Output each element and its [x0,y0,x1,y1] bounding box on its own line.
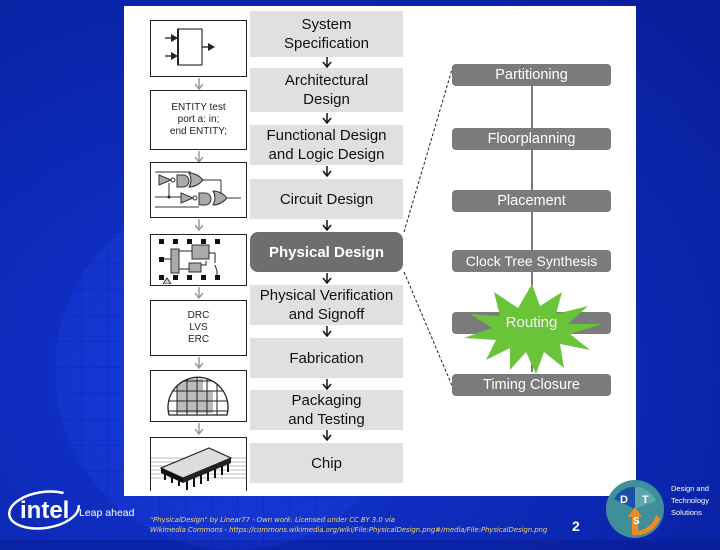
intel-wordmark: intel [20,497,69,524]
step-placement: Placement [452,190,611,212]
dts-line: Design and [671,484,709,493]
dts-letter-d: D [620,494,628,506]
intel-logo: intel [8,490,80,530]
step-partitioning: Partitioning [452,64,611,86]
caption-line: "PhysicalDesign" by Linear77 - Own work.… [150,516,395,524]
image-credit-caption: "PhysicalDesign" by Linear77 - Own work.… [150,515,547,535]
dts-logo-icon: D T S [606,480,664,538]
dts-line: Technology [671,496,709,505]
dts-letter-t: T [642,494,649,506]
page-number: 2 [572,518,580,534]
diagram-panel: ENTITY test port a: in; end ENTITY; DRC … [124,6,636,496]
dts-company-name: Design and Technology Solutions [671,483,709,519]
dts-line: Solutions [671,508,702,517]
connector-line [531,212,533,252]
connector-line [531,150,533,190]
step-clock-tree-synthesis: Clock Tree Synthesis [452,250,611,272]
step-routing: Routing [505,314,558,331]
dts-letter-s: S [633,516,640,527]
step-floorplanning: Floorplanning [452,128,611,150]
connector-line [531,86,533,132]
step-timing-closure: Timing Closure [452,374,611,396]
caption-line: Wikimedia Commons - https://commons.wiki… [150,526,548,534]
intel-tagline: Leap ahead [79,507,135,519]
